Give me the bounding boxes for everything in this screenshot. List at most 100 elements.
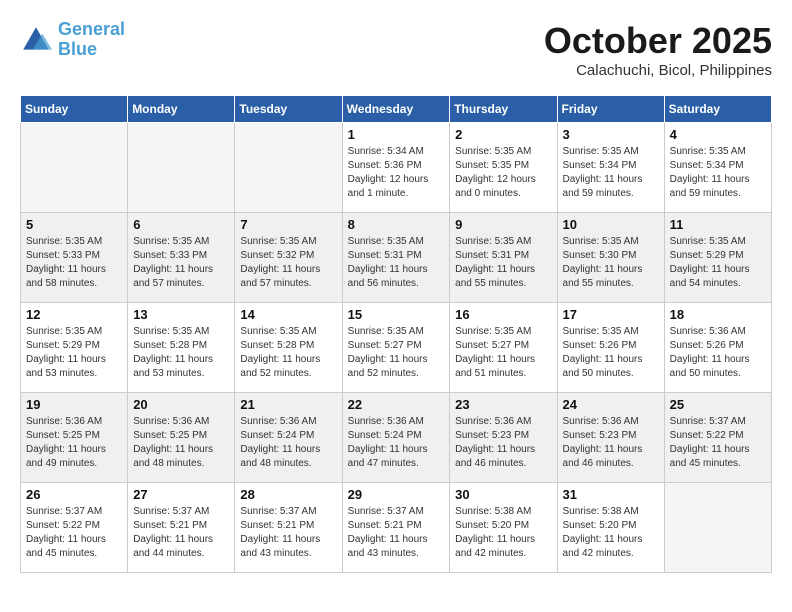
day-header-thursday: Thursday: [450, 96, 557, 123]
day-info: Sunrise: 5:36 AM Sunset: 5:24 PM Dayligh…: [240, 415, 336, 471]
day-info: Sunrise: 5:35 AM Sunset: 5:29 PM Dayligh…: [670, 235, 766, 291]
calendar-cell: 19 Sunrise: 5:36 AM Sunset: 5:25 PM Dayli…: [21, 393, 128, 483]
page-header: General Blue October 2025 Calachuchi, Bi…: [20, 20, 772, 79]
day-info: Sunrise: 5:35 AM Sunset: 5:27 PM Dayligh…: [455, 325, 551, 381]
day-info: Sunrise: 5:35 AM Sunset: 5:32 PM Dayligh…: [240, 235, 336, 291]
calendar-week-5: 26 Sunrise: 5:37 AM Sunset: 5:22 PM Dayli…: [21, 483, 772, 573]
day-info: Sunrise: 5:37 AM Sunset: 5:22 PM Dayligh…: [26, 505, 122, 561]
calendar-cell: 26 Sunrise: 5:37 AM Sunset: 5:22 PM Dayli…: [21, 483, 128, 573]
day-number: 4: [670, 127, 766, 142]
day-number: 21: [240, 397, 336, 412]
calendar-cell: 14 Sunrise: 5:35 AM Sunset: 5:28 PM Dayli…: [235, 303, 342, 393]
day-info: Sunrise: 5:37 AM Sunset: 5:21 PM Dayligh…: [348, 505, 445, 561]
day-info: Sunrise: 5:37 AM Sunset: 5:21 PM Dayligh…: [133, 505, 229, 561]
day-number: 24: [563, 397, 659, 412]
day-number: 11: [670, 217, 766, 232]
calendar-cell: [664, 483, 771, 573]
day-number: 12: [26, 307, 122, 322]
day-header-monday: Monday: [128, 96, 235, 123]
day-info: Sunrise: 5:35 AM Sunset: 5:34 PM Dayligh…: [670, 145, 766, 201]
calendar-cell: 2 Sunrise: 5:35 AM Sunset: 5:35 PM Daylig…: [450, 123, 557, 213]
day-number: 13: [133, 307, 229, 322]
day-number: 16: [455, 307, 551, 322]
day-number: 28: [240, 487, 336, 502]
day-header-friday: Friday: [557, 96, 664, 123]
day-info: Sunrise: 5:36 AM Sunset: 5:26 PM Dayligh…: [670, 325, 766, 381]
day-number: 15: [348, 307, 445, 322]
calendar-cell: 4 Sunrise: 5:35 AM Sunset: 5:34 PM Daylig…: [664, 123, 771, 213]
day-info: Sunrise: 5:38 AM Sunset: 5:20 PM Dayligh…: [563, 505, 659, 561]
calendar-week-4: 19 Sunrise: 5:36 AM Sunset: 5:25 PM Dayli…: [21, 393, 772, 483]
day-number: 14: [240, 307, 336, 322]
logo-text: General Blue: [58, 20, 125, 60]
calendar-cell: 17Sunrise: 5:35 AM Sunset: 5:26 PM Dayli…: [557, 303, 664, 393]
calendar-cell: [235, 123, 342, 213]
calendar-cell: 16 Sunrise: 5:35 AM Sunset: 5:27 PM Dayli…: [450, 303, 557, 393]
calendar-cell: 15 Sunrise: 5:35 AM Sunset: 5:27 PM Dayli…: [342, 303, 450, 393]
day-number: 8: [348, 217, 445, 232]
calendar-cell: 25 Sunrise: 5:37 AM Sunset: 5:22 PM Dayli…: [664, 393, 771, 483]
day-header-sunday: Sunday: [21, 96, 128, 123]
day-number: 26: [26, 487, 122, 502]
calendar-cell: 18 Sunrise: 5:36 AM Sunset: 5:26 PM Dayli…: [664, 303, 771, 393]
day-info: Sunrise: 5:35 AM Sunset: 5:33 PM Dayligh…: [133, 235, 229, 291]
day-header-wednesday: Wednesday: [342, 96, 450, 123]
day-info: Sunrise: 5:37 AM Sunset: 5:22 PM Dayligh…: [670, 415, 766, 471]
calendar-body: 1Sunrise: 5:34 AM Sunset: 5:36 PM Daylig…: [21, 123, 772, 573]
day-number: 25: [670, 397, 766, 412]
calendar-cell: [128, 123, 235, 213]
day-number: 1: [348, 127, 445, 142]
calendar-cell: 24 Sunrise: 5:36 AM Sunset: 5:23 PM Dayli…: [557, 393, 664, 483]
logo: General Blue: [20, 20, 125, 60]
calendar-cell: 29 Sunrise: 5:37 AM Sunset: 5:21 PM Dayli…: [342, 483, 450, 573]
day-number: 7: [240, 217, 336, 232]
month-title: October 2025: [544, 20, 772, 62]
day-info: Sunrise: 5:36 AM Sunset: 5:25 PM Dayligh…: [133, 415, 229, 471]
day-info: Sunrise: 5:35 AM Sunset: 5:31 PM Dayligh…: [455, 235, 551, 291]
calendar-cell: 23Sunrise: 5:36 AM Sunset: 5:23 PM Dayli…: [450, 393, 557, 483]
day-number: 22: [348, 397, 445, 412]
day-info: Sunrise: 5:35 AM Sunset: 5:35 PM Dayligh…: [455, 145, 551, 201]
calendar-cell: 20Sunrise: 5:36 AM Sunset: 5:25 PM Dayli…: [128, 393, 235, 483]
logo-line2: Blue: [58, 39, 97, 59]
day-number: 3: [563, 127, 659, 142]
day-info: Sunrise: 5:35 AM Sunset: 5:28 PM Dayligh…: [240, 325, 336, 381]
day-info: Sunrise: 5:38 AM Sunset: 5:20 PM Dayligh…: [455, 505, 551, 561]
day-number: 30: [455, 487, 551, 502]
calendar-cell: 11 Sunrise: 5:35 AM Sunset: 5:29 PM Dayli…: [664, 213, 771, 303]
day-number: 19: [26, 397, 122, 412]
location-subtitle: Calachuchi, Bicol, Philippines: [544, 62, 772, 79]
calendar-cell: 6 Sunrise: 5:35 AM Sunset: 5:33 PM Daylig…: [128, 213, 235, 303]
calendar-cell: 30 Sunrise: 5:38 AM Sunset: 5:20 PM Dayli…: [450, 483, 557, 573]
day-number: 2: [455, 127, 551, 142]
calendar-week-1: 1Sunrise: 5:34 AM Sunset: 5:36 PM Daylig…: [21, 123, 772, 213]
calendar-cell: 21 Sunrise: 5:36 AM Sunset: 5:24 PM Dayli…: [235, 393, 342, 483]
calendar-week-2: 5Sunrise: 5:35 AM Sunset: 5:33 PM Daylig…: [21, 213, 772, 303]
day-info: Sunrise: 5:35 AM Sunset: 5:33 PM Dayligh…: [26, 235, 122, 291]
calendar-cell: 3Sunrise: 5:35 AM Sunset: 5:34 PM Daylig…: [557, 123, 664, 213]
day-info: Sunrise: 5:36 AM Sunset: 5:25 PM Dayligh…: [26, 415, 122, 471]
day-info: Sunrise: 5:35 AM Sunset: 5:28 PM Dayligh…: [133, 325, 229, 381]
calendar-table: SundayMondayTuesdayWednesdayThursdayFrid…: [20, 95, 772, 573]
logo-icon: [20, 24, 52, 56]
calendar-cell: 1Sunrise: 5:34 AM Sunset: 5:36 PM Daylig…: [342, 123, 450, 213]
day-info: Sunrise: 5:36 AM Sunset: 5:23 PM Dayligh…: [563, 415, 659, 471]
day-info: Sunrise: 5:35 AM Sunset: 5:30 PM Dayligh…: [563, 235, 659, 291]
calendar-cell: 9Sunrise: 5:35 AM Sunset: 5:31 PM Daylig…: [450, 213, 557, 303]
day-number: 10: [563, 217, 659, 232]
day-info: Sunrise: 5:35 AM Sunset: 5:31 PM Dayligh…: [348, 235, 445, 291]
day-number: 6: [133, 217, 229, 232]
day-info: Sunrise: 5:35 AM Sunset: 5:29 PM Dayligh…: [26, 325, 122, 381]
day-header-tuesday: Tuesday: [235, 96, 342, 123]
day-number: 18: [670, 307, 766, 322]
calendar-cell: 13 Sunrise: 5:35 AM Sunset: 5:28 PM Dayli…: [128, 303, 235, 393]
calendar-cell: 27Sunrise: 5:37 AM Sunset: 5:21 PM Dayli…: [128, 483, 235, 573]
calendar-cell: 10 Sunrise: 5:35 AM Sunset: 5:30 PM Dayli…: [557, 213, 664, 303]
calendar-cell: [21, 123, 128, 213]
calendar-cell: 5Sunrise: 5:35 AM Sunset: 5:33 PM Daylig…: [21, 213, 128, 303]
day-info: Sunrise: 5:36 AM Sunset: 5:23 PM Dayligh…: [455, 415, 551, 471]
day-number: 29: [348, 487, 445, 502]
day-info: Sunrise: 5:35 AM Sunset: 5:27 PM Dayligh…: [348, 325, 445, 381]
day-header-saturday: Saturday: [664, 96, 771, 123]
calendar-cell: 31Sunrise: 5:38 AM Sunset: 5:20 PM Dayli…: [557, 483, 664, 573]
